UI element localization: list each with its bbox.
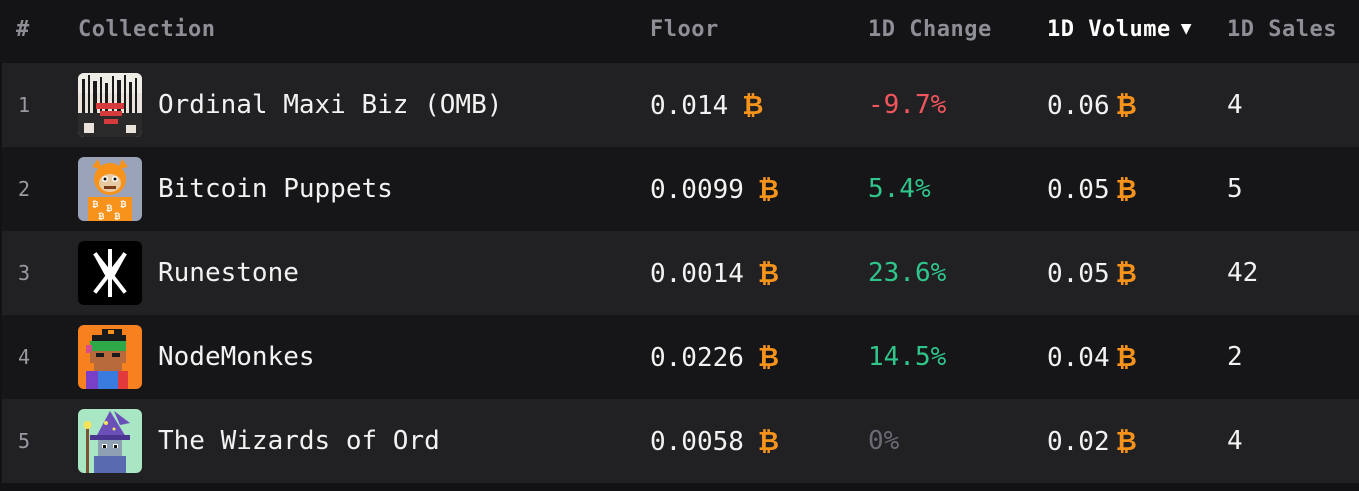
collection-name[interactable]: Ordinal Maxi Biz (OMB): [158, 90, 502, 120]
volume-column-label: 1D Volume: [1047, 17, 1171, 42]
svg-text:₿: ₿: [120, 200, 127, 209]
table-header: # Collection Floor 1D Change 1D Volume ▼ …: [0, 0, 1359, 62]
volume-value: 0.05 ₿: [1047, 174, 1137, 205]
bitcoin-icon: ₿: [757, 259, 780, 289]
floor-value: 0.0058: [650, 427, 744, 457]
change-value: 23.6%: [868, 258, 947, 288]
sales-value: 4: [1227, 90, 1243, 120]
collection-name[interactable]: The Wizards of Ord: [158, 426, 440, 456]
volume-column-header[interactable]: 1D Volume ▼: [1047, 17, 1192, 42]
omb-collection-icon: [78, 73, 142, 137]
collections-table: # Collection Floor 1D Change 1D Volume ▼ …: [0, 0, 1359, 491]
table-row[interactable]: 4 NodeMonkes 0.0226 ₿ 14.5% 0.04 ₿ 2: [2, 315, 1359, 399]
collection-name[interactable]: Runestone: [158, 258, 299, 288]
bitcoin-icon: ₿: [1115, 343, 1137, 373]
bitcoin-icon: ₿: [757, 343, 780, 373]
sales-value: 42: [1227, 258, 1259, 288]
svg-text:₿: ₿: [92, 200, 99, 209]
bitcoin-icon: ₿: [1115, 259, 1137, 289]
volume-amount: 0.02: [1047, 427, 1110, 457]
floor-price: 0.0058 ₿: [650, 426, 779, 457]
change-value: 0%: [868, 426, 900, 456]
sales-value: 5: [1227, 174, 1243, 204]
floor-price: 0.0099 ₿: [650, 174, 779, 205]
row-rank: 3: [18, 261, 31, 285]
floor-value: 0.0014: [650, 259, 744, 289]
change-value: 5.4%: [868, 174, 931, 204]
sales-column-header[interactable]: 1D Sales: [1227, 17, 1337, 42]
volume-amount: 0.06: [1047, 91, 1110, 121]
row-rank: 2: [18, 177, 31, 201]
volume-value: 0.02 ₿: [1047, 426, 1137, 457]
sales-value: 2: [1227, 342, 1243, 372]
svg-text:₿: ₿: [114, 212, 121, 221]
bitcoin-icon: ₿: [1115, 175, 1137, 205]
bitcoin-icon: ₿: [1115, 427, 1137, 457]
bitcoin-puppets-collection-icon: ₿ ₿ ₿ ₿ ₿: [78, 157, 142, 221]
collection-name[interactable]: Bitcoin Puppets: [158, 174, 393, 204]
volume-value: 0.04 ₿: [1047, 342, 1137, 373]
bitcoin-icon: ₿: [742, 91, 764, 121]
row-rank: 4: [18, 345, 31, 369]
wizards-of-ord-collection-icon: [78, 409, 142, 473]
floor-price: 0.0226 ₿: [650, 342, 779, 373]
collection-column-header[interactable]: Collection: [78, 17, 215, 42]
row-rank: 5: [18, 429, 31, 453]
svg-text:₿: ₿: [98, 212, 105, 221]
bitcoin-icon: ₿: [757, 427, 780, 457]
bitcoin-icon: ₿: [1115, 91, 1137, 121]
table-row[interactable]: 5 The Wizards of Ord 0.0058 ₿ 0% 0.02 ₿ 4: [2, 399, 1359, 483]
volume-amount: 0.05: [1047, 175, 1110, 205]
floor-column-header[interactable]: Floor: [650, 17, 719, 42]
runestone-collection-icon: [78, 241, 142, 305]
floor-value: 0.0099: [650, 175, 744, 205]
volume-amount: 0.04: [1047, 343, 1110, 373]
sort-descending-icon: ▼: [1180, 18, 1193, 39]
floor-value: 0.014: [650, 91, 729, 121]
volume-value: 0.06 ₿: [1047, 90, 1137, 121]
volume-value: 0.05 ₿: [1047, 258, 1137, 289]
table-row[interactable]: 1 Ordinal Maxi Biz (OMB) 0.014 ₿ -9.7% 0…: [2, 63, 1359, 147]
floor-price: 0.0014 ₿: [650, 258, 779, 289]
floor-value: 0.0226: [650, 343, 744, 373]
rank-column-header: #: [16, 17, 30, 42]
svg-text:₿: ₿: [106, 204, 113, 213]
table-row[interactable]: 3 Runestone 0.0014 ₿ 23.6% 0.05 ₿ 42: [2, 231, 1359, 315]
collection-name[interactable]: NodeMonkes: [158, 342, 315, 372]
change-value: 14.5%: [868, 342, 947, 372]
change-column-header[interactable]: 1D Change: [868, 17, 992, 42]
row-rank: 1: [18, 93, 31, 117]
volume-amount: 0.05: [1047, 259, 1110, 289]
change-value: -9.7%: [868, 90, 947, 120]
sales-value: 4: [1227, 426, 1243, 456]
bitcoin-icon: ₿: [757, 175, 780, 205]
table-row[interactable]: 2 ₿ ₿ ₿ ₿ ₿ Bitcoin Puppets 0.0099 ₿ 5.4% 0.…: [2, 147, 1359, 231]
nodemonkes-collection-icon: [78, 325, 142, 389]
floor-price: 0.014 ₿: [650, 90, 763, 121]
